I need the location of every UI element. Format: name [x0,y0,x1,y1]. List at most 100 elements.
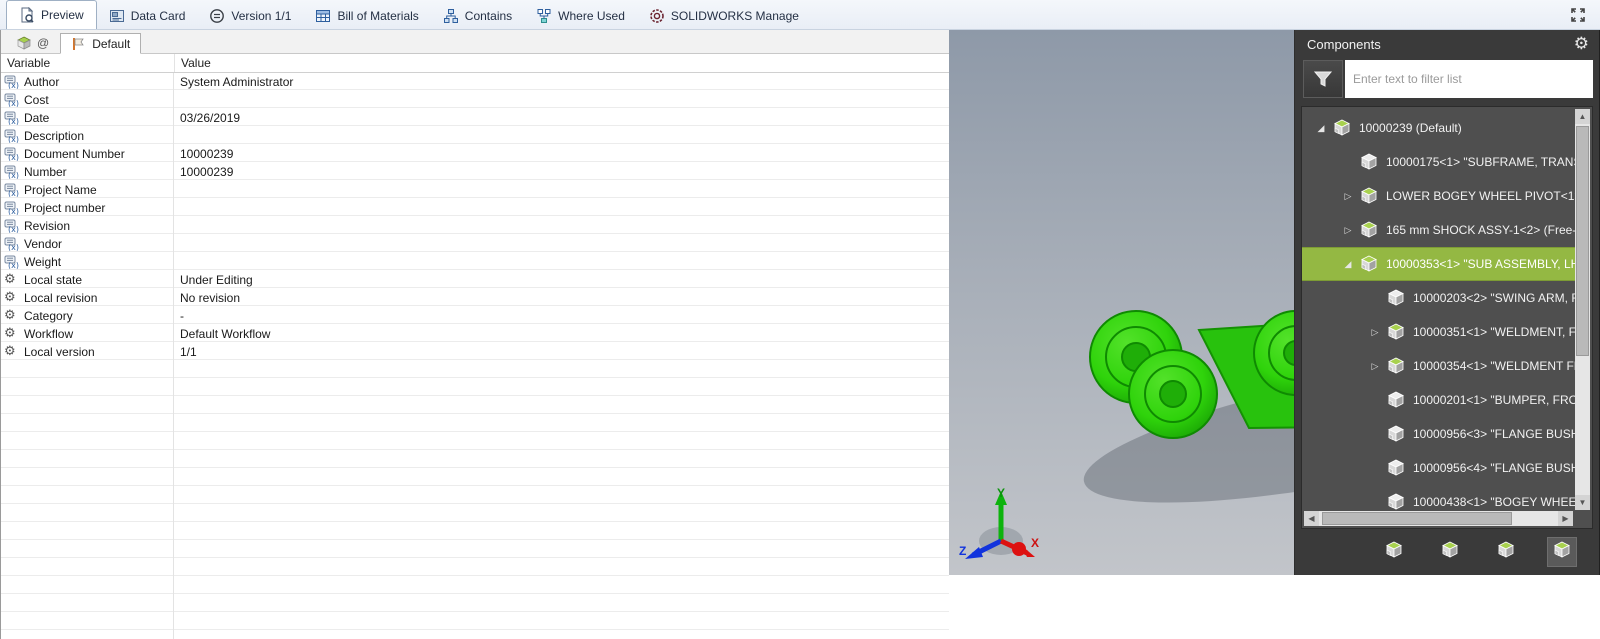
tab-configuration-icons[interactable]: @ [5,32,60,53]
triad-x-label: X [1031,536,1039,550]
part-icon [1386,425,1406,443]
preview-doc-icon [19,7,35,23]
components-tree: ◢ 10000239 (Default) 10000175<1> "SUBFRA… [1301,106,1593,529]
tree-item-10000351-1-weldment-front-bogey-[interactable]: ▷ 10000351<1> "WELDMENT, FRONT BOGEY W [1302,315,1576,349]
column-header-value[interactable]: Value [174,54,949,72]
3d-viewport[interactable]: ▾▾▾ Y Z X [949,30,1295,575]
variable-row-category[interactable]: ⚙ Category - [1,307,949,325]
variable-icon: (x) [4,75,21,89]
scroll-left-icon[interactable]: ◀ [1304,511,1319,526]
tree-item-10000354-1-weldment-front-swinga[interactable]: ▷ 10000354<1> "WELDMENT FRONT SWINGA [1302,349,1576,383]
tab-where-used[interactable]: Where Used [524,3,637,29]
tree-item-10000239-default-[interactable]: ◢ 10000239 (Default) [1302,111,1576,145]
variable-row-local-revision[interactable]: ⚙ Local revision No revision [1,289,949,307]
tree-item-10000956-4-flange-bushing-16x20x[interactable]: 10000956<4> "FLANGE BUSHING 16x20x10 [1302,451,1576,485]
tree-item-165-mm-shock-assy-1-2-free-flexi[interactable]: ▷ 165 mm SHOCK ASSY-1<2> (Free-_flexible… [1302,213,1576,247]
tab-version-1-1[interactable]: Version 1/1 [197,3,303,29]
variable-name: Local revision [24,291,97,305]
svg-text:(x): (x) [8,117,19,125]
tab-bill-of-materials[interactable]: Bill of Materials [303,3,430,29]
tree-item-10000175-1-subframe-transmission[interactable]: 10000175<1> "SUBFRAME, TRANSMISSION SID [1302,145,1576,179]
column-header-variable[interactable]: Variable [1,54,174,72]
variable-name: Category [24,309,73,323]
variable-row-weight[interactable]: (x) Weight [1,253,949,271]
collapsed-arrow-icon[interactable]: ▷ [1341,225,1355,236]
variable-row-workflow[interactable]: ⚙ Workflow Default Workflow [1,325,949,343]
show-all-components-button[interactable] [1379,537,1409,567]
collapsed-arrow-icon[interactable]: ▷ [1368,361,1382,372]
funnel-icon [1313,69,1333,89]
svg-text:(x): (x) [8,153,19,161]
variable-row-local-version[interactable]: ⚙ Local version 1/1 [1,343,949,361]
filter-icon-button[interactable] [1303,60,1343,98]
tree-vertical-scrollbar[interactable]: ▲ ▼ [1575,109,1590,510]
tree-item-10000201-1-bumper-front-suspensi[interactable]: 10000201<1> "BUMPER, FRONT SUSPENSIO [1302,383,1576,417]
tree-horizontal-scrollbar[interactable]: ◀ ▶ [1304,511,1573,526]
svg-text:(x): (x) [8,243,19,251]
variable-row-project-name[interactable]: (x) Project Name [1,181,949,199]
expanded-arrow-icon[interactable]: ◢ [1341,259,1355,270]
variable-row-author[interactable]: (x) Author System Administrator [1,73,949,91]
variable-value: 10000239 [174,165,949,179]
variable-row-date[interactable]: (x) Date 03/26/2019 [1,109,949,127]
top-tab-bar: Preview Data Card Version 1/1 Bill of Ma… [0,0,1600,30]
part-icon [1386,493,1406,511]
variable-row-revision[interactable]: (x) Revision [1,217,949,235]
variable-icon: (x) [4,183,21,197]
component-display-mode-button[interactable] [1547,537,1577,567]
tab-default-configuration[interactable]: Default [60,33,141,54]
collapsed-arrow-icon[interactable]: ▷ [1341,191,1355,202]
scroll-up-icon[interactable]: ▲ [1575,109,1590,124]
variable-icon: (x) [4,237,21,251]
tree-item-label: 10000438<1> "BOGEY WHEEL, 130mm" (Def [1413,495,1576,509]
collapsed-arrow-icon[interactable]: ▷ [1368,327,1382,338]
variable-row-cost[interactable]: (x) Cost [1,91,949,109]
tree-item-10000203-2-swing-arm-front-defau[interactable]: 10000203<2> "SWING ARM, FRONT" (Defau [1302,281,1576,315]
tab-preview[interactable]: Preview [6,0,97,29]
tab-data-card[interactable]: Data Card [97,3,198,29]
assembly-icon [1359,187,1379,205]
tree-item-10000353-1-sub-assembly-lh-front[interactable]: ◢ 10000353<1> "SUB ASSEMBLY, LH FRONT SU… [1302,247,1576,281]
system-variable-gear-icon: ⚙ [4,327,21,341]
expanded-arrow-icon[interactable]: ◢ [1314,123,1328,134]
variable-row-vendor[interactable]: (x) Vendor [1,235,949,253]
components-settings-gear-icon[interactable]: ⚙ [1574,36,1589,53]
variable-row-description[interactable]: (x) Description [1,127,949,145]
tree-item-lower-bogey-wheel-pivot-1-defaul[interactable]: ▷ LOWER BOGEY WHEEL PIVOT<1> (Default-_f… [1302,179,1576,213]
tree-item-10000956-3-flange-bushing-16x20x[interactable]: 10000956<3> "FLANGE BUSHING 16x20x10 [1302,417,1576,451]
sw-manage-icon [649,8,665,24]
show-hidden-components-button[interactable] [1435,537,1465,567]
svg-text:(x): (x) [8,171,19,179]
variable-row-project-number[interactable]: (x) Project number [1,199,949,217]
variable-name: Weight [24,255,61,269]
tree-vscroll-thumb[interactable] [1576,126,1589,356]
tab-solidworks-manage[interactable]: SOLIDWORKS Manage [637,3,811,29]
tab-contains[interactable]: Contains [431,3,524,29]
expand-window-icon[interactable] [1568,5,1588,25]
scroll-down-icon[interactable]: ▼ [1575,495,1590,510]
tab-label: Contains [465,9,512,23]
variable-row-document-number[interactable]: (x) Document Number 10000239 [1,145,949,163]
variable-row-number[interactable]: (x) Number 10000239 [1,163,949,181]
variable-name: Number [24,165,67,179]
variable-value: Default Workflow [174,327,949,341]
variable-row-local-state[interactable]: ⚙ Local state Under Editing [1,271,949,289]
variable-value: - [174,309,949,323]
variable-name: Document Number [24,147,125,161]
tree-hscroll-thumb[interactable] [1322,512,1512,525]
variable-icon: (x) [4,111,21,125]
edrawings-preview-window: Preview Data Card Version 1/1 Bill of Ma… [0,0,1600,639]
filter-input[interactable] [1345,60,1593,98]
variable-name: Date [24,111,49,125]
svg-text:(x): (x) [8,99,19,107]
variable-name: Vendor [24,237,62,251]
triad-y-label: Y [997,486,1005,500]
part-icon [1359,153,1379,171]
triad-z-label: Z [959,544,966,558]
tree-item-label: 10000201<1> "BUMPER, FRONT SUSPENSIO [1413,393,1576,407]
variable-name: Description [24,129,84,143]
tree-item-label: 10000353<1> "SUB ASSEMBLY, LH FRONT SUS [1386,257,1576,271]
system-variable-gear-icon: ⚙ [4,309,21,323]
scroll-right-icon[interactable]: ▶ [1558,511,1573,526]
show-selected-components-button[interactable] [1491,537,1521,567]
